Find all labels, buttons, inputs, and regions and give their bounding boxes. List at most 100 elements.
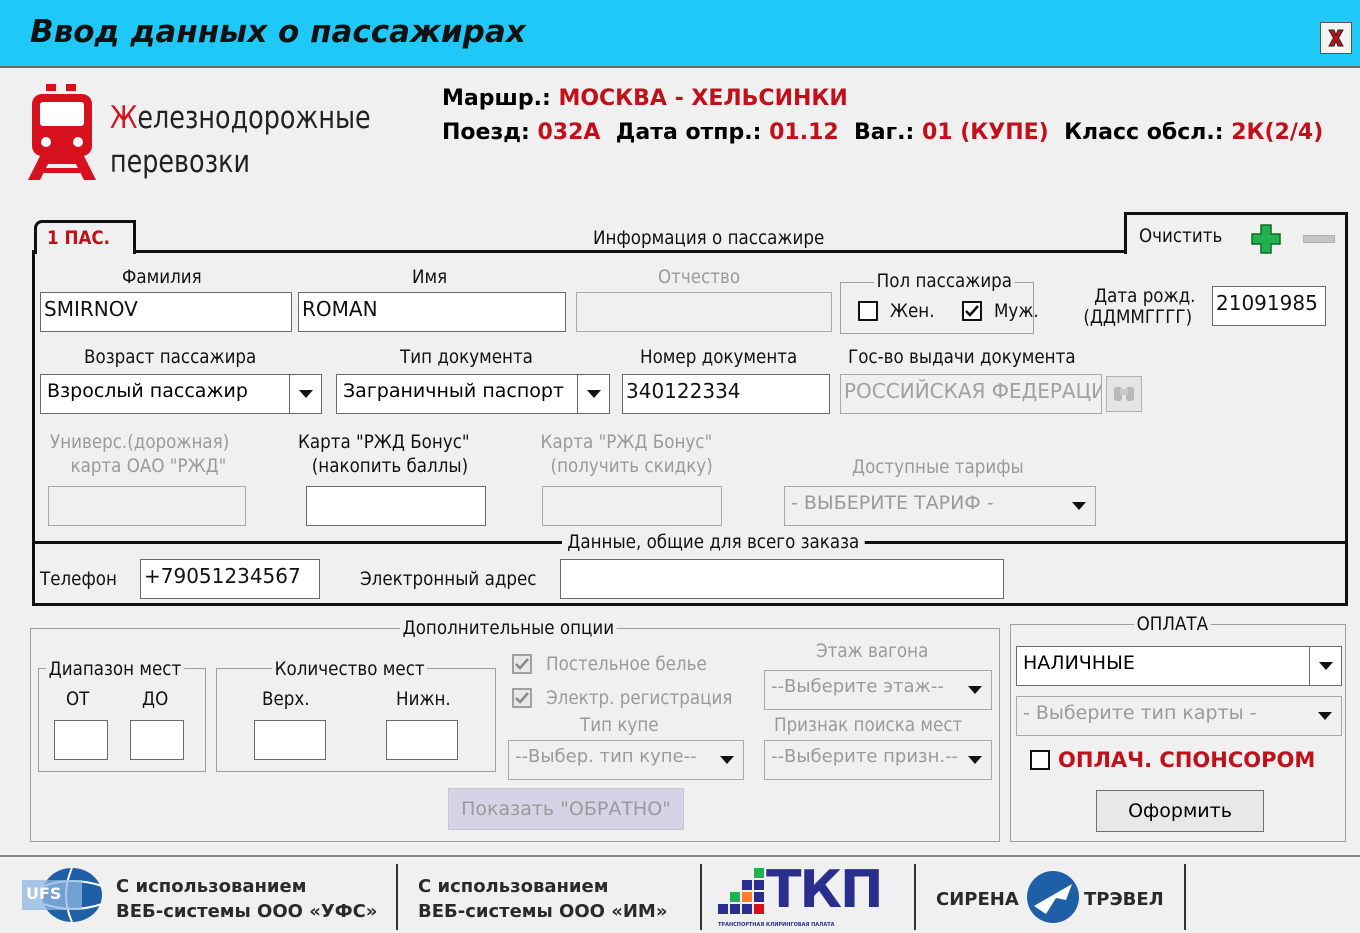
class-value: 2К(2/4): [1231, 120, 1324, 145]
checkmark-icon: [515, 657, 529, 670]
car-value: 01 (КУПЕ): [921, 120, 1049, 145]
floor-value: --Выберите этаж--: [771, 676, 944, 697]
tkp-logo-text: ТКП: [766, 860, 883, 920]
chevron-down-icon[interactable]: [959, 671, 991, 709]
ereg-checkbox[interactable]: [512, 687, 532, 708]
car-label: Ваг.:: [854, 120, 915, 145]
options-title: Дополнительные опции: [400, 617, 617, 639]
card-type-value: - Выберите тип карты -: [1023, 702, 1257, 724]
birthdate-input[interactable]: 21091985: [1212, 286, 1326, 326]
ufs-logo-text: UFS: [26, 884, 62, 903]
age-select[interactable]: Взрослый пассажир: [40, 374, 322, 414]
doc-number-label: Номер документа: [640, 346, 798, 368]
birthdate-label-line1: Дата рожд.: [1094, 285, 1196, 307]
seat-to-input[interactable]: [130, 720, 184, 760]
show-return-button[interactable]: Показать "ОБРАТНО": [448, 788, 684, 830]
bonus-accum-input[interactable]: [306, 486, 486, 526]
chevron-down-icon[interactable]: [711, 741, 743, 779]
date-value: 01.12: [769, 120, 839, 145]
im-caption: С использованием ВЕБ-системы ООО «ИМ»: [418, 874, 667, 924]
chevron-down-icon[interactable]: [289, 375, 321, 413]
male-option[interactable]: Муж.: [962, 299, 1045, 322]
chevron-down-icon[interactable]: [1063, 487, 1095, 525]
footer-separator: [700, 864, 702, 930]
female-option[interactable]: Жен.: [858, 299, 941, 322]
clear-button[interactable]: Очистить: [1139, 225, 1222, 247]
tkp-logo: ТКП ТРАНСПОРТНАЯ КЛИРИНГОВАЯ ПАЛАТА: [716, 860, 883, 928]
bonus-discount-label-line2: (получить скидку): [550, 455, 713, 477]
upper-count-input[interactable]: [254, 720, 326, 760]
patronymic-label: Отчество: [658, 266, 741, 288]
surname-label: Фамилия: [122, 266, 202, 288]
search-sign-select[interactable]: --Выберите призн.--: [764, 740, 992, 780]
sirena-right-text: ТРЭВЕЛ: [1084, 889, 1164, 910]
doc-type-select[interactable]: Заграничный паспорт: [336, 374, 610, 414]
chevron-down-icon[interactable]: [1309, 697, 1341, 735]
floor-select[interactable]: --Выберите этаж--: [764, 670, 992, 710]
chevron-down-icon[interactable]: [577, 375, 609, 413]
bonus-discount-label: Карта "РЖД Бонус" (получить скидку): [540, 430, 713, 478]
compartment-type-select[interactable]: --Выбер. тип купе--: [508, 740, 744, 780]
univ-card-input[interactable]: [48, 486, 246, 526]
phone-label: Телефон: [40, 568, 117, 590]
birthdate-label-line2: (ДДММГГГГ): [1083, 306, 1193, 328]
ereg-label: Электр. регистрация: [546, 686, 733, 709]
univ-card-label-line2: карта ОАО "РЖД": [70, 455, 227, 477]
bonus-discount-input[interactable]: [542, 486, 722, 526]
seat-from-input[interactable]: [54, 720, 108, 760]
patronymic-input[interactable]: [576, 292, 832, 332]
surname-input[interactable]: SMIRNOV: [40, 292, 292, 332]
checkmark-icon: [515, 691, 529, 704]
remove-passenger-icon[interactable]: [1303, 235, 1335, 243]
bonus-discount-label-line1: Карта "РЖД Бонус": [540, 431, 713, 453]
seat-range-label: Диапазон мест: [46, 658, 184, 680]
female-checkbox[interactable]: [858, 300, 878, 321]
footer-separator: [1184, 864, 1186, 930]
brand-line2: перевозки: [110, 144, 250, 180]
window-title: Ввод данных о пассажирах: [30, 14, 526, 50]
email-input[interactable]: [560, 559, 1004, 599]
linen-checkbox[interactable]: [512, 653, 532, 674]
route-label: Маршр.:: [442, 86, 551, 111]
univ-card-label-line1: Универс.(дорожная): [50, 431, 230, 453]
submit-button[interactable]: Оформить: [1096, 790, 1264, 832]
panel-title: Информация о пассажире: [593, 227, 825, 249]
payment-method-value: НАЛИЧНЫЕ: [1023, 652, 1135, 674]
lower-label: Нижн.: [396, 688, 451, 710]
doc-number-input[interactable]: 340122334: [622, 374, 830, 414]
floor-label: Этаж вагона: [816, 640, 929, 662]
close-icon: [1328, 29, 1344, 47]
email-label: Электронный адрес: [360, 568, 537, 590]
age-select-value: Взрослый пассажир: [47, 380, 248, 402]
linen-option[interactable]: Постельное белье: [512, 652, 729, 675]
sirena-logo-icon: [1026, 870, 1080, 929]
add-passenger-icon[interactable]: [1251, 224, 1281, 254]
train-label: Поезд:: [442, 120, 530, 145]
lower-count-input[interactable]: [386, 720, 458, 760]
card-type-select[interactable]: - Выберите тип карты -: [1016, 696, 1342, 736]
search-sign-label: Признак поиска мест: [774, 714, 963, 736]
ereg-option[interactable]: Электр. регистрация: [512, 686, 758, 709]
sponsor-checkbox[interactable]: [1030, 750, 1050, 770]
ufs-logo: UFS: [22, 866, 106, 929]
gender-label: Пол пассажира: [874, 270, 1015, 292]
tab-passenger-1[interactable]: 1 ПАС.: [34, 220, 136, 254]
birthdate-label: Дата рожд. (ДДММГГГГ): [1080, 286, 1195, 328]
female-label: Жен.: [890, 299, 935, 322]
footer-separator: [396, 864, 398, 930]
doc-country-input[interactable]: РОССИЙСКАЯ ФЕДЕРАЦИ: [840, 374, 1102, 414]
ufs-caption-line1: С использованием: [116, 876, 307, 897]
male-checkbox[interactable]: [962, 300, 982, 321]
chevron-down-icon[interactable]: [959, 741, 991, 779]
payment-method-select[interactable]: НАЛИЧНЫЕ: [1016, 646, 1342, 686]
tkp-logo-subtitle: ТРАНСПОРТНАЯ КЛИРИНГОВАЯ ПАЛАТА: [718, 922, 835, 928]
country-lookup-button[interactable]: [1106, 376, 1142, 412]
close-button[interactable]: [1320, 22, 1352, 54]
sponsor-option[interactable]: ОПЛАЧ. СПОНСОРОМ: [1030, 748, 1315, 772]
name-input[interactable]: ROMAN: [298, 292, 566, 332]
phone-input[interactable]: +79051234567: [140, 559, 320, 599]
compartment-type-label: Тип купе: [580, 714, 659, 736]
tariffs-select[interactable]: - ВЫБЕРИТЕ ТАРИФ -: [784, 486, 1096, 526]
chevron-down-icon[interactable]: [1309, 647, 1341, 685]
univ-card-label: Универс.(дорожная) карта ОАО "РЖД": [50, 430, 229, 478]
